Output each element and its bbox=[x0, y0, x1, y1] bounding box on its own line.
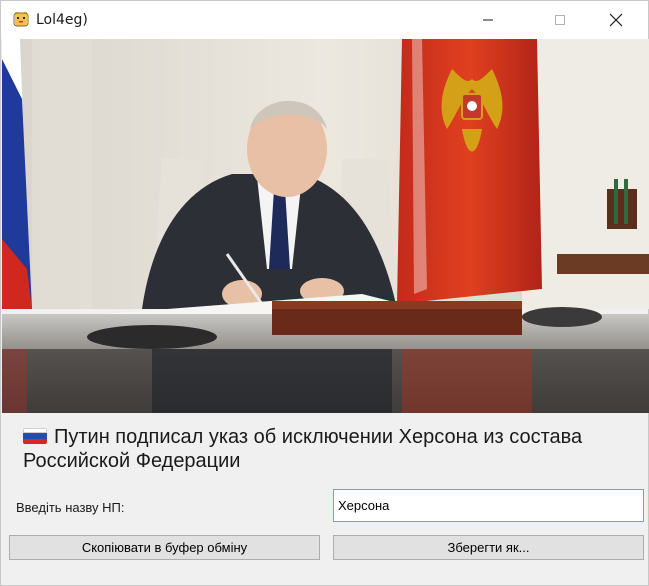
close-button[interactable] bbox=[593, 1, 639, 39]
save-as-button[interactable]: Зберегти як... bbox=[333, 535, 644, 560]
pixel-cat-icon bbox=[13, 12, 29, 27]
settlement-name-label: Введіть назву НП: bbox=[16, 500, 125, 515]
maximize-icon bbox=[555, 15, 565, 25]
close-icon bbox=[609, 13, 623, 27]
title-bar[interactable]: Lol4eg) bbox=[1, 1, 648, 39]
headline: Путин подписал указ об исключении Херсон… bbox=[23, 425, 623, 473]
news-photo bbox=[2, 39, 649, 413]
headline-text: Путин подписал указ об исключении Херсон… bbox=[23, 426, 583, 472]
settlement-name-input[interactable] bbox=[333, 489, 644, 522]
minimize-button[interactable] bbox=[465, 1, 511, 39]
app-window: Lol4eg) Путин подписал указ об исключени… bbox=[0, 0, 649, 586]
news-photo-illustration bbox=[2, 39, 649, 413]
copy-to-clipboard-button[interactable]: Скопіювати в буфер обміну bbox=[9, 535, 320, 560]
window-title: Lol4eg) bbox=[36, 12, 88, 28]
maximize-button[interactable] bbox=[537, 1, 583, 39]
minimize-icon bbox=[483, 19, 493, 21]
russia-flag-icon bbox=[23, 428, 47, 444]
